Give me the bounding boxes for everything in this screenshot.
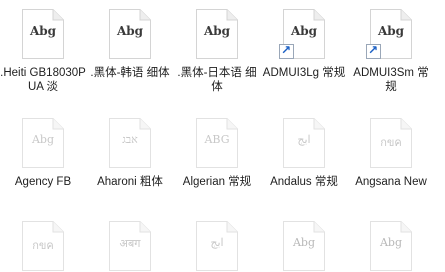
font-file-icon: Abg ↗ (366, 8, 413, 60)
font-file-label: ADMUI3Sm 常规 (353, 67, 429, 93)
font-file-item[interactable]: अबग (87, 212, 173, 271)
font-sample-text: กขค (32, 239, 54, 252)
font-file-icon: Abg (195, 8, 239, 60)
font-file-label: .黑体-韩语 细体 (90, 67, 170, 79)
font-file-label: Agency FB (14, 176, 72, 188)
font-sample-text: ابج (297, 133, 311, 146)
font-sample-text: Abg (377, 24, 405, 38)
font-sample-text: Abg (203, 24, 231, 38)
font-file-item[interactable]: กขค (0, 212, 86, 271)
font-sample-text: אבג (122, 133, 138, 146)
font-file-icon: Abg ↗ (279, 8, 326, 60)
font-file-icon: Abg (369, 220, 413, 272)
font-file-icon: Abg (282, 220, 326, 272)
font-file-icon: अबग (108, 220, 152, 272)
font-file-label: Algerian 常规 (182, 176, 252, 188)
font-file-icon: Abg (21, 8, 65, 60)
font-sample-text: Abg (290, 24, 318, 38)
font-file-label: Andalus 常规 (270, 176, 338, 188)
font-sample-text: Abg (31, 133, 55, 146)
font-file-item[interactable]: Abg .黑体-韩语 细体 (87, 0, 173, 105)
font-file-label: .Heiti GB18030PUA 淡 (0, 67, 86, 93)
font-file-item[interactable]: Abg ↗ ADMUI3Sm 常规 (348, 0, 434, 105)
font-file-label: Aharoni 粗体 (97, 176, 163, 188)
font-sample-text: กขค (380, 136, 402, 149)
font-sample-text: Abg (116, 24, 144, 38)
font-sample-text: अबग (119, 237, 141, 250)
font-sample-text: ابج (210, 236, 224, 249)
font-file-item[interactable]: Abg (348, 212, 434, 271)
font-file-item[interactable]: ABG Algerian 常规 (174, 109, 260, 214)
font-file-item[interactable]: Abg (261, 212, 347, 271)
shortcut-arrow-icon: ↗ (366, 43, 381, 59)
font-sample-text: Abg (379, 236, 403, 249)
font-file-icon: ABG (195, 117, 239, 169)
font-file-item[interactable]: Abg ↗ ADMUI3Lg 常规 (261, 0, 347, 105)
font-file-item[interactable]: Abg .Heiti GB18030PUA 淡 (0, 0, 86, 105)
font-file-item[interactable]: Abg .黑体-日本语 细体 (174, 0, 260, 105)
font-sample-text: ABG (204, 133, 230, 146)
font-file-item[interactable]: Abg Agency FB (0, 109, 86, 214)
font-file-item[interactable]: ابج (174, 212, 260, 271)
font-file-icon: אבג (108, 117, 152, 169)
font-file-icon: กขค (21, 220, 65, 272)
font-file-item[interactable]: กขค Angsana New (348, 109, 434, 214)
font-file-icon: ابج (195, 220, 239, 272)
font-file-label: Angsana New (355, 176, 427, 188)
font-file-item[interactable]: אבג Aharoni 粗体 (87, 109, 173, 214)
font-sample-text: Abg (29, 24, 57, 38)
font-file-icon: กขค (369, 117, 413, 169)
font-file-icon: ابج (282, 117, 326, 169)
font-file-icon: Abg (108, 8, 152, 60)
font-file-item[interactable]: ابج Andalus 常规 (261, 109, 347, 214)
font-icon-grid: Abg .Heiti GB18030PUA 淡 Abg .黑体-韩语 细体 Abg .黑体… (0, 0, 445, 271)
font-file-label: .黑体-日本语 细体 (177, 67, 257, 93)
shortcut-arrow-icon: ↗ (279, 43, 294, 59)
font-sample-text: Abg (292, 236, 316, 249)
font-file-icon: Abg (21, 117, 65, 169)
font-file-label: ADMUI3Lg 常规 (262, 67, 346, 79)
